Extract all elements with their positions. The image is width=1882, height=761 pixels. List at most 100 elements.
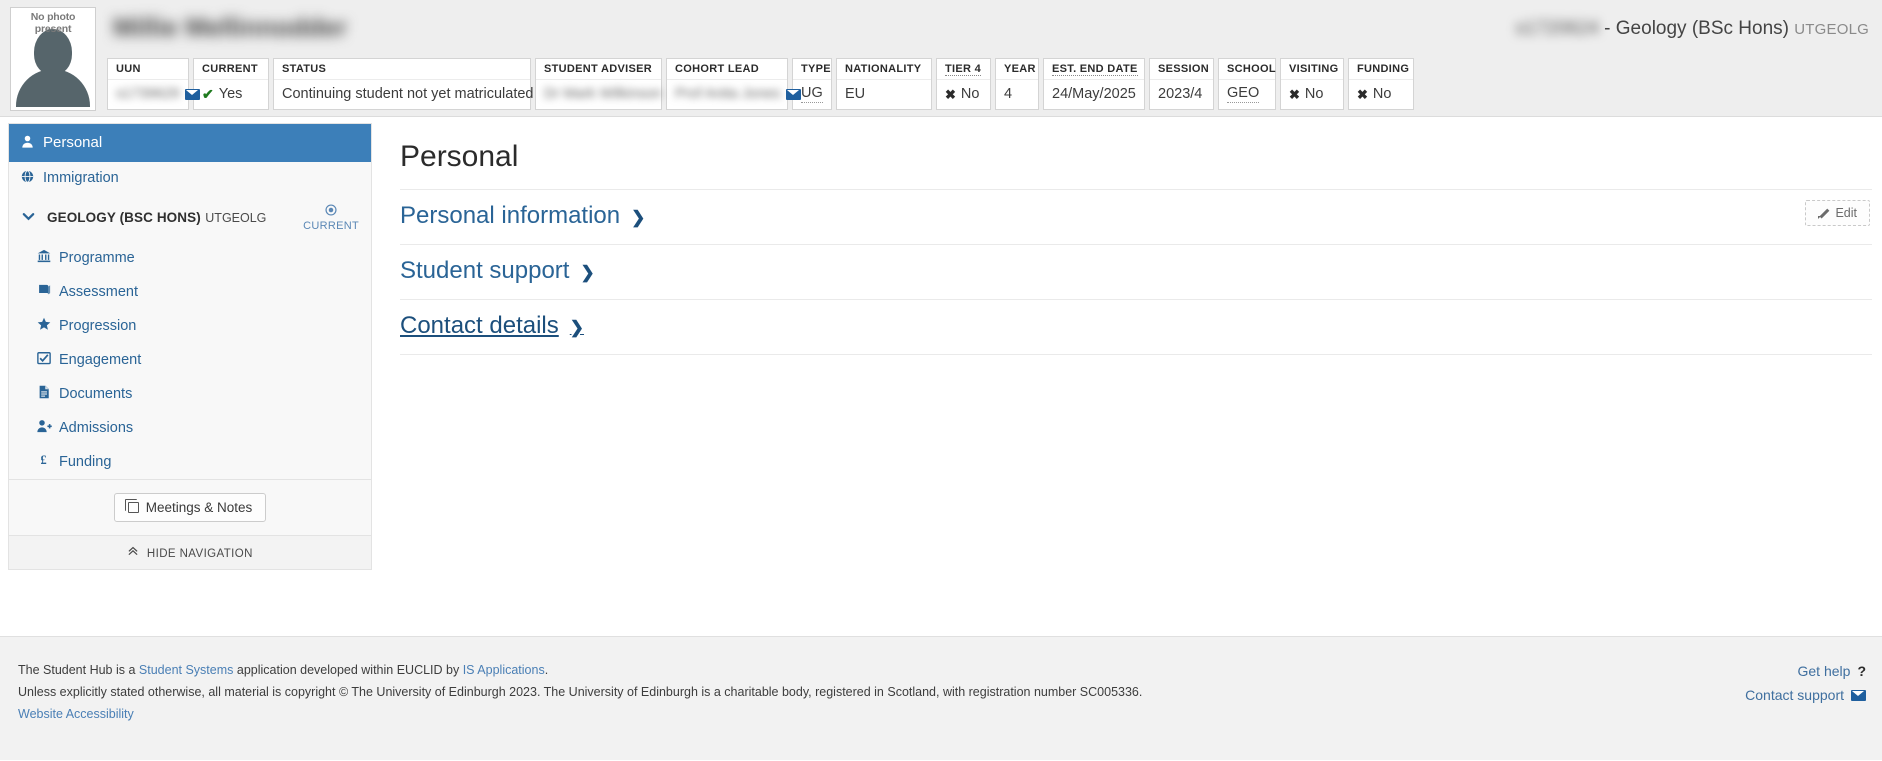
page-title: Personal [400,140,519,173]
sidebar-item-progression[interactable]: Progression [9,309,371,343]
contact-support-label: Contact support [1745,687,1844,703]
section-link-contact-details[interactable]: Contact details ❯ [400,311,584,343]
info-chip-type: TYPE UG [792,58,832,110]
info-chip-label: UUN [108,59,188,80]
info-chip-value-text: No [1304,85,1324,102]
info-chip-label: COHORT LEAD [667,59,787,80]
chevron-right-icon: ❯ [580,263,595,282]
copy-icon [124,499,139,513]
section-link-student-support[interactable]: Student support ❯ [400,256,595,288]
sidebar-item-admissions[interactable]: Admissions [9,411,371,445]
info-chip-value: Continuing student not yet matriculated [274,80,533,109]
sidebar-item-label: Admissions [59,419,134,436]
footer-copyright-line: Unless explicitly stated otherwise, all … [18,685,1143,699]
info-chip-label: STATUS [274,59,530,80]
get-help-label: Get help [1797,663,1851,679]
info-chip-value-text: Dr Mark Wilkinson [544,85,662,102]
footer-line1-part-c: . [544,663,549,677]
info-chip-session: SESSION 2023/4 [1149,58,1214,110]
info-chip-value-text: UG [801,85,823,103]
cross-icon: ✖ [1357,86,1368,102]
student-photo-placeholder: No photo present [10,7,96,111]
sidebar-item-funding[interactable]: £ Funding [9,445,371,479]
info-chip-label: STUDENT ADVISER [536,59,661,80]
globe-icon [21,170,43,186]
sidebar-programme-code: UTGEOLG [205,211,267,225]
info-chip-value-text: No [1372,85,1392,102]
sidebar-item-label: Personal [43,134,103,151]
info-chip-value-text: 24/May/2025 [1052,85,1136,102]
info-chip-label: YEAR [996,59,1038,80]
chevron-down-icon[interactable] [21,209,47,228]
info-chip-label: SESSION [1150,59,1213,80]
sidebar-item-engagement[interactable]: Engagement [9,343,371,377]
cross-icon: ✖ [945,86,956,102]
student-name: Millie Mellinnodder [113,12,348,42]
pound-icon: £ [37,453,59,470]
info-chip-value: ✔ Yes [194,80,268,109]
info-chip-value: EU [837,80,931,109]
page-footer: The Student Hub is a Student Systems app… [0,636,1882,760]
sidebar-item-label: Funding [59,453,112,470]
info-chip-status: STATUS Continuing student not yet matricu… [273,58,533,110]
section-link-label: Personal information [400,202,621,229]
info-chip-nationality: NATIONALITY EU [836,58,932,110]
sidebar-item-label: Progression [59,317,137,334]
meetings-and-notes-button[interactable]: Meetings & Notes [113,493,267,522]
info-chip-current: CURRENT ✔ Yes [193,58,269,110]
target-dot-icon [303,204,359,219]
sidebar-item-documents[interactable]: Documents [9,377,371,411]
info-chip-label: NATIONALITY [837,59,931,80]
info-chip-school: SCHOOL GEO [1218,58,1276,110]
sidebar-item-label: Documents [59,385,133,402]
question-mark-icon: ? [1857,663,1866,679]
status-badge-label: CURRENT [303,220,359,232]
info-chip-tier-4: TIER 4 ✖ No [936,58,991,110]
info-chip-value: 24/May/2025 [1044,80,1144,109]
section-row: Contact details ❯ [400,299,1872,354]
info-chip-value-text: s1739629 [116,85,180,102]
footer-support-links: Get help ? Contact support [1745,659,1866,707]
info-chip-cohort-lead: COHORT LEAD Prof Anita Jones [666,58,801,110]
website-accessibility-link[interactable]: Website Accessibility [18,707,134,721]
envelope-icon[interactable] [785,88,801,100]
pencil-icon [1818,208,1829,219]
sidebar-programme-name: GEOLOGY (BSC HONS) [47,210,201,225]
hide-navigation-button[interactable]: HIDE NAVIGATION [9,535,371,569]
avatar-silhouette-body-icon [16,69,90,107]
info-chip-value: ✖ No [1349,80,1413,109]
info-chip-uun: UUN s1739629 [107,58,200,110]
info-chip-value-text: 4 [1004,85,1013,102]
info-chip-value-text: 2023/4 [1158,85,1203,102]
section-link-personal-information[interactable]: Personal information ❯ [400,201,645,233]
sidebar-item-programme[interactable]: Programme [9,241,371,275]
sidebar-item-immigration[interactable]: Immigration [9,162,371,195]
main-content: Personal Personal information ❯ Edit Studen… [400,123,1872,355]
info-chip-funding: FUNDING ✖ No [1348,58,1414,110]
double-chevron-up-icon [127,546,143,560]
sidebar-item-label: Assessment [59,283,138,300]
contact-support-link[interactable]: Contact support [1745,683,1866,707]
info-chip-value-text: Prof Anita Jones [675,85,781,102]
section-row: Personal information ❯ Edit [400,189,1872,244]
edit-button[interactable]: Edit [1805,200,1870,226]
programme-name: Geology (BSc Hons) [1615,18,1789,39]
sidebar-item-assessment[interactable]: Assessment [9,275,371,309]
get-help-link[interactable]: Get help ? [1798,659,1867,683]
sidebar-programme-group-geology[interactable]: GEOLOGY (BSC HONS) UTGEOLG CURRENT [9,195,371,241]
info-chip-value-text: EU [845,85,866,102]
student-systems-link[interactable]: Student Systems [139,663,234,677]
is-applications-link[interactable]: IS Applications [463,663,545,677]
sidebar-item-personal[interactable]: Personal [9,124,371,162]
section-link-label: Student support [400,257,570,284]
footer-line1-part-a: The Student Hub is a [18,663,139,677]
chevron-right-icon: ❯ [569,318,585,337]
section-list-bottom-divider [400,354,1872,355]
file-icon [37,385,59,402]
info-chip-value-text: Yes [218,85,243,102]
bank-icon [37,249,59,266]
section-link-label: Contact details [400,312,559,339]
star-icon [37,317,59,334]
info-chip-student-adviser: STUDENT ADVISER Dr Mark Wilkinson [535,58,662,110]
envelope-icon[interactable] [184,88,200,100]
